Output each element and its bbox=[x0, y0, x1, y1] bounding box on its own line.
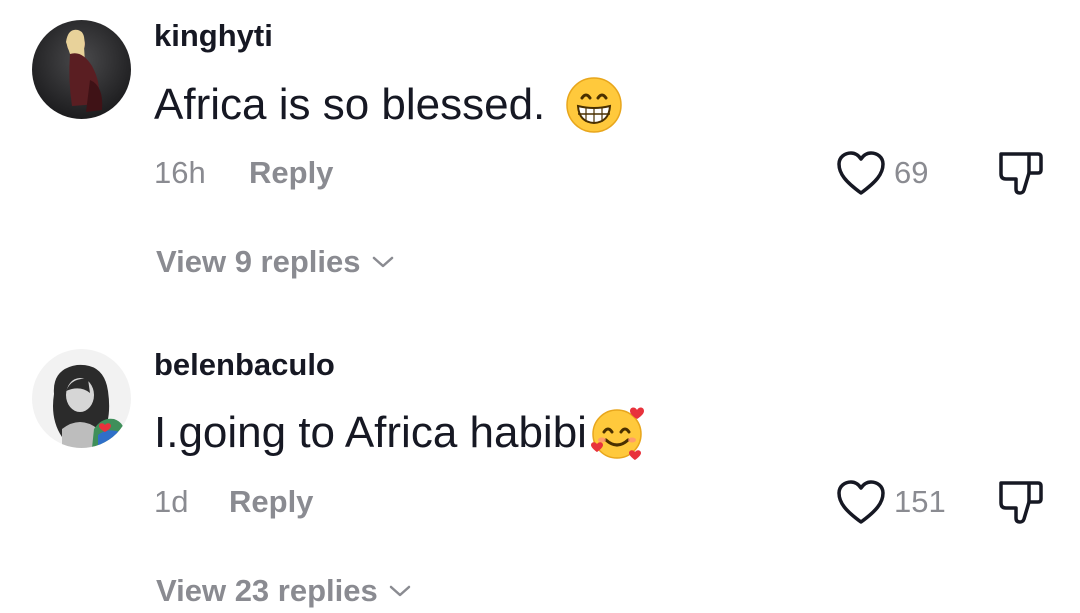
comment-text: I.going to Africa habibi bbox=[154, 404, 647, 462]
smiling-face-with-hearts-icon bbox=[590, 407, 644, 460]
comment-text: Africa is so blessed. bbox=[154, 76, 623, 134]
chevron-down-icon bbox=[389, 585, 410, 597]
thumbs-down-icon[interactable] bbox=[998, 150, 1044, 196]
comment-text-content: I.going to Africa habibi bbox=[154, 408, 587, 457]
comment-username[interactable]: kinghyti bbox=[154, 18, 273, 54]
comment-timestamp: 16h bbox=[154, 155, 206, 190]
heart-icon[interactable] bbox=[836, 150, 886, 196]
reply-button[interactable]: Reply bbox=[229, 484, 313, 520]
comment-username[interactable]: belenbaculo bbox=[154, 347, 335, 383]
view-replies-label: View 23 replies bbox=[156, 573, 378, 608]
view-replies-label: View 9 replies bbox=[156, 244, 361, 279]
chevron-down-icon bbox=[372, 256, 393, 268]
reply-button[interactable]: Reply bbox=[249, 155, 333, 191]
like-count: 151 bbox=[894, 484, 946, 519]
avatar[interactable] bbox=[32, 20, 131, 119]
thumbs-down-icon[interactable] bbox=[998, 479, 1044, 525]
view-replies-button[interactable]: View 9 replies bbox=[156, 244, 395, 280]
avatar[interactable] bbox=[32, 349, 131, 448]
like-count: 69 bbox=[894, 155, 929, 190]
grinning-emoji-icon bbox=[566, 77, 623, 133]
heart-icon[interactable] bbox=[836, 479, 886, 525]
avatar-image bbox=[32, 349, 131, 448]
comment-timestamp: 1d bbox=[154, 484, 189, 519]
comment-text-content: Africa is so blessed. bbox=[154, 80, 546, 129]
view-replies-button[interactable]: View 23 replies bbox=[156, 573, 412, 609]
avatar-image bbox=[32, 20, 131, 119]
